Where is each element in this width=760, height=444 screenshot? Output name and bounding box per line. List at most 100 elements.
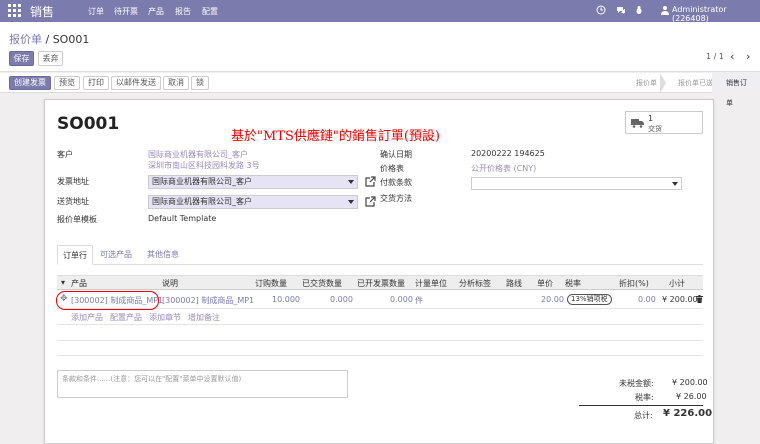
pricelist-label: 价格表 <box>380 164 404 173</box>
cancel-button[interactable]: 取消 <box>163 76 189 90</box>
stage-sales-order[interactable]: 销售订单 <box>712 73 760 107</box>
bug-icon[interactable] <box>634 5 644 15</box>
col-ordered-qty[interactable]: 订购数量 <box>255 278 287 289</box>
col-taxes[interactable]: 税率 <box>565 278 581 289</box>
row-unit-price[interactable]: 20.00 <box>541 295 564 304</box>
external-link-icon[interactable] <box>365 176 376 187</box>
chevron-down-icon <box>672 182 678 186</box>
row-divider <box>57 324 703 325</box>
discard-button[interactable]: 丢弃 <box>38 51 63 66</box>
save-button[interactable]: 保存 <box>9 51 34 66</box>
pricelist-value[interactable]: 公开价格表 (CNY) <box>471 163 536 174</box>
sort-caret-icon[interactable]: ▾ <box>61 278 65 287</box>
untaxed-amount-label: 未税金额: <box>619 379 654 388</box>
menu-configuration[interactable]: 配置 <box>202 6 218 17</box>
delivery-label: 交货 <box>648 125 662 133</box>
col-uom[interactable]: 计量单位 <box>415 278 447 289</box>
row-description[interactable]: [300002] 制成商品_MP1 <box>162 295 254 306</box>
order-title: SO001 <box>57 114 120 134</box>
add-section-link[interactable]: 添加章节 <box>149 312 181 323</box>
row-uom[interactable]: 件 <box>415 295 423 306</box>
notebook-tabs: 订单行 可选产品 其他信息 <box>57 245 703 265</box>
untaxed-amount-value: ¥ 200.00 <box>672 378 708 387</box>
external-link-icon[interactable] <box>365 196 376 207</box>
user-menu[interactable]: Administrator (226408) <box>672 5 760 23</box>
tab-optional-products[interactable]: 可选产品 <box>95 245 137 265</box>
row-tax-badge[interactable]: 13%销项税 <box>567 294 612 305</box>
apps-grid-icon[interactable] <box>8 4 22 18</box>
print-button[interactable]: 打印 <box>83 76 109 90</box>
add-note-link[interactable]: 增加备注 <box>188 312 220 323</box>
breadcrumb-separator: / <box>42 33 53 46</box>
create-invoice-button[interactable]: 创建发票 <box>9 76 51 90</box>
user-avatar-icon[interactable] <box>660 5 670 15</box>
invoice-address-select[interactable]: 国际商业机器有限公司_客户 <box>148 175 358 189</box>
configure-product-link[interactable]: 配置产品 <box>110 312 142 323</box>
menu-orders[interactable]: 订单 <box>88 6 104 17</box>
control-panel: 报价单 / SO001 保存 丢弃 1 / 1 ‹ › <box>0 22 760 72</box>
stage-quotation[interactable]: 报价单 <box>622 73 665 93</box>
preview-button[interactable]: 预览 <box>54 76 80 90</box>
col-discount[interactable]: 折扣(%) <box>619 278 649 289</box>
pager-next-icon[interactable]: › <box>746 50 750 63</box>
invoice-address-value: 国际商业机器有限公司_客户 <box>152 177 252 186</box>
form-sheet: SO001 基於"MTS供應鏈"的銷售訂單(預設) 1 交货 客户 国际商业机器… <box>44 99 714 444</box>
send-email-button[interactable]: 以邮件发送 <box>111 76 161 90</box>
lock-button[interactable]: 锁 <box>191 76 209 90</box>
status-bar: 创建发票 预览 打印 以邮件发送 取消 锁 报价单 报价单已送出 销售订单 <box>0 73 760 107</box>
pager-prev-icon[interactable]: ‹ <box>730 50 734 63</box>
clock-icon[interactable] <box>596 5 606 15</box>
total-value: ¥ 226.00 <box>663 408 713 419</box>
customer-address: 深圳市南山区科技园科发路 3号 <box>148 161 260 170</box>
breadcrumb-current: SO001 <box>52 33 90 46</box>
totals-divider <box>579 405 703 406</box>
row-ordered-qty[interactable]: 10.000 <box>272 295 300 304</box>
customer-label: 客户 <box>57 150 73 159</box>
chevron-down-icon <box>348 180 354 184</box>
row-invoiced-qty[interactable]: 0.000 <box>390 295 413 304</box>
payment-terms-select[interactable] <box>471 177 682 190</box>
col-analytic-tags[interactable]: 分析标签 <box>459 278 491 289</box>
table-header: ▾ 产品 说明 订购数量 已交货数量 已开发票数量 计量单位 分析标签 路线 单… <box>57 275 703 290</box>
payment-terms-label: 付款条款 <box>380 178 412 187</box>
col-delivered-qty[interactable]: 已交货数量 <box>302 278 342 289</box>
total-label: 总计: <box>634 411 653 420</box>
row-discount[interactable]: 0.00 <box>638 295 656 304</box>
truck-icon <box>631 119 644 128</box>
col-description[interactable]: 说明 <box>162 278 178 289</box>
delivery-address-value: 国际商业机器有限公司_客户 <box>152 197 252 206</box>
tab-other-info[interactable]: 其他信息 <box>142 245 184 265</box>
chat-icon[interactable] <box>616 5 626 15</box>
col-unit-price[interactable]: 单价 <box>537 278 553 289</box>
delivery-address-label: 送货地址 <box>57 197 89 206</box>
delivery-count: 1 <box>648 114 654 123</box>
confirmation-date-value: 20200222 194625 <box>471 149 545 158</box>
menu-products[interactable]: 产品 <box>148 6 164 17</box>
quotation-template-value[interactable]: Default Template <box>148 214 216 223</box>
tab-order-lines[interactable]: 订单行 <box>57 245 93 265</box>
delivery-address-select[interactable]: 国际商业机器有限公司_客户 <box>148 195 358 209</box>
pager-counter[interactable]: 1 / 1 <box>706 52 724 61</box>
menu-to-invoice[interactable]: 待开票 <box>114 6 138 17</box>
row-divider <box>57 340 703 341</box>
delivery-smart-button[interactable]: 1 交货 <box>625 111 703 134</box>
quotation-template-label: 报价单模板 <box>57 215 97 224</box>
chevron-down-icon <box>348 200 354 204</box>
app-title: 销售 <box>30 5 55 19</box>
annotation-text: 基於"MTS供應鏈"的銷售訂單(預設) <box>231 129 440 144</box>
tax-amount-label: 税率: <box>635 393 654 402</box>
col-invoiced-qty[interactable]: 已开发票数量 <box>357 278 405 289</box>
trash-icon[interactable] <box>696 295 703 303</box>
add-product-link[interactable]: 添加产品 <box>71 312 103 323</box>
col-product[interactable]: 产品 <box>71 278 87 289</box>
col-subtotal[interactable]: 小计 <box>669 278 685 289</box>
col-route[interactable]: 路线 <box>506 278 522 289</box>
customer-name-link[interactable]: 国际商业机器有限公司_客户 <box>148 149 248 160</box>
menu-reports[interactable]: 报告 <box>175 6 191 17</box>
row-delivered-qty[interactable]: 0.000 <box>330 295 353 304</box>
highlight-annotation <box>56 291 159 310</box>
terms-note-field[interactable]: 条款和条件......(注意：您可以在"配置"菜单中设置默认值) <box>57 370 348 398</box>
tax-amount-value: ¥ 26.00 <box>676 392 707 401</box>
breadcrumb-quotations[interactable]: 报价单 <box>9 33 42 46</box>
row-divider <box>57 355 703 356</box>
